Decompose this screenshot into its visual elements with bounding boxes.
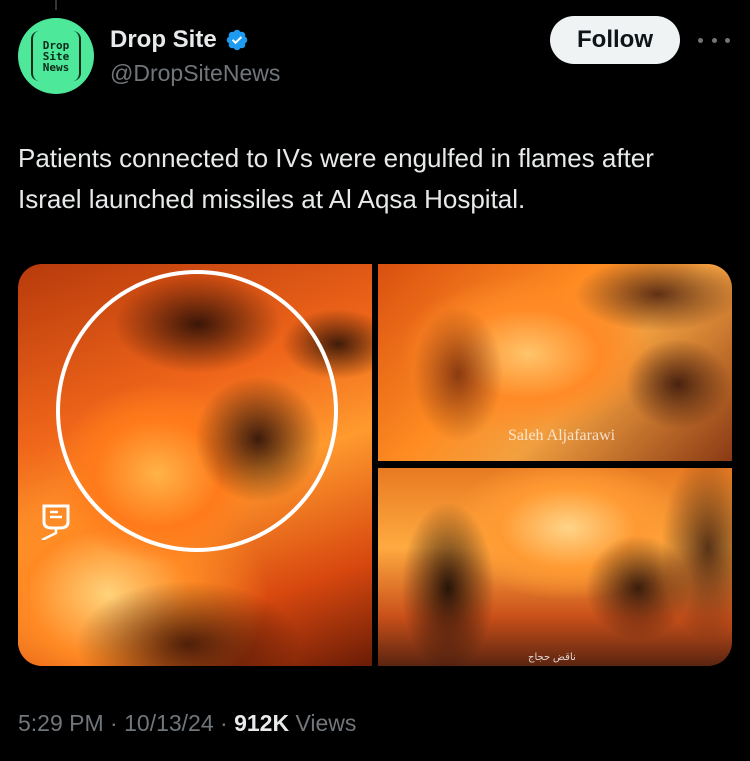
media-image-3[interactable]: ناقض حجاج <box>378 468 732 666</box>
avatar-logo-line-3: News <box>42 60 70 74</box>
views-label: Views <box>289 710 357 736</box>
media-image-2[interactable]: Saleh Aljafarawi <box>378 264 732 461</box>
name-row: Drop Site <box>110 26 249 54</box>
avatar[interactable]: Drop Site News <box>18 18 94 94</box>
views-count[interactable]: 912K <box>234 710 289 736</box>
more-dot <box>698 37 703 43</box>
post-time[interactable]: 5:29 PM <box>18 710 104 736</box>
circle-highlight <box>56 270 338 552</box>
meta-separator: · <box>103 710 125 736</box>
post-meta: 5:29 PM · 10/13/24 · 912K Views <box>18 710 356 737</box>
verified-badge-icon <box>226 29 247 51</box>
post-text: Patients connected to IVs were engulfed … <box>18 143 654 214</box>
post-date[interactable]: 10/13/24 <box>124 710 214 736</box>
media-grid: Saleh Aljafarawi ناقض حجاج <box>18 264 732 666</box>
display-name[interactable]: Drop Site <box>110 26 217 54</box>
more-dot <box>725 37 730 43</box>
avatar-logo: Drop Site News <box>31 31 81 81</box>
follow-button[interactable]: Follow <box>550 16 680 64</box>
account-handle[interactable]: @DropSiteNews <box>110 60 280 87</box>
image-watermark: Saleh Aljafarawi <box>508 427 616 444</box>
avatar-logo-line-1: Drop <box>42 38 70 52</box>
iv-bag-icon <box>41 504 70 540</box>
meta-separator: · <box>213 710 235 736</box>
more-dot <box>711 37 717 43</box>
tweet-view: Drop Site News Drop Site @DropSiteNews F… <box>0 0 750 761</box>
media-image-1[interactable] <box>18 264 372 666</box>
more-horizontal-icon[interactable] <box>698 28 730 52</box>
avatar-logo-line-2: Site <box>42 49 70 63</box>
thread-connector-line <box>55 0 57 10</box>
image-caption: ناقض حجاج <box>528 652 576 663</box>
